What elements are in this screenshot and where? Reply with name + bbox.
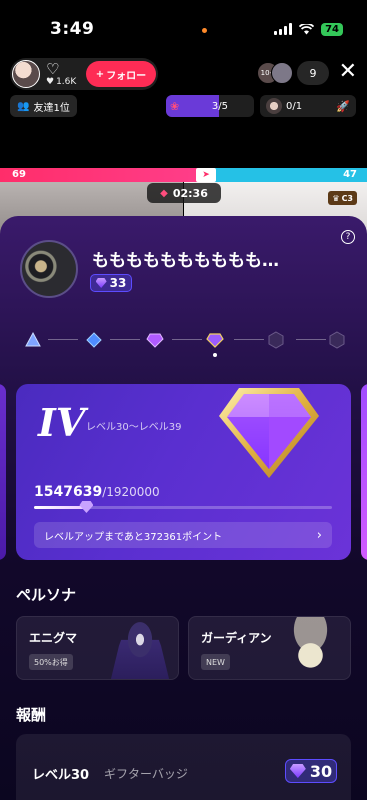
viewer-avatar[interactable]	[271, 62, 293, 84]
close-icon[interactable]: ✕	[339, 60, 357, 84]
current-tier-card[interactable]: IV レベル30〜レベル39 1547639/1920000 レベルアップまであ…	[16, 384, 351, 560]
crown-icon: ♛	[332, 193, 340, 203]
friends-rank-badge[interactable]: 👥 友達1位	[10, 95, 77, 117]
chevron-right-icon: ›	[316, 527, 322, 543]
small-heart-icon: ♥	[46, 76, 55, 87]
gift-goal-pill[interactable]: ❀ 3/5	[166, 95, 254, 117]
goal-progress-text: 3/5	[211, 100, 228, 112]
rank-tag: ♛ C3	[328, 191, 357, 205]
tier-progress-row	[24, 329, 348, 359]
progress-gem-marker	[79, 501, 94, 513]
tier-level-range: レベル30〜レベル39	[86, 422, 182, 433]
persona-section-title: ペルソナ	[16, 586, 77, 604]
tier-1-icon[interactable]	[24, 331, 42, 349]
persona-name: ガーディアン	[201, 631, 272, 645]
viewer-count[interactable]: 9	[297, 61, 329, 85]
battle-score-bar: 69 47 ➤	[0, 168, 367, 182]
current-points: 1547639	[34, 484, 103, 500]
tier-5-locked-icon[interactable]	[267, 331, 285, 349]
battle-timer: ◆ 02:36	[147, 183, 221, 203]
people-icon: 👥	[17, 100, 30, 112]
persona-tag: NEW	[201, 654, 230, 670]
signal-icon	[274, 23, 293, 35]
gifter-badge: 30	[285, 759, 337, 783]
help-icon[interactable]: ?	[341, 230, 355, 244]
next-tier-card[interactable]	[361, 384, 367, 560]
points-progress-fill	[34, 506, 87, 509]
wifi-icon	[299, 23, 315, 34]
secondary-goal-pill[interactable]: 0/1 🚀	[260, 95, 356, 117]
plus-icon: +	[95, 68, 105, 80]
previous-tier-card[interactable]	[0, 384, 6, 560]
level-up-info-bar[interactable]: レベルアップまであと372361ポイント ›	[34, 522, 332, 548]
battle-divider-icon: ➤	[196, 168, 216, 182]
tier-2-icon[interactable]	[85, 331, 103, 349]
tier-4-icon[interactable]	[206, 331, 224, 349]
guardian-deer-image	[272, 617, 342, 679]
rose-icon: ❀	[170, 99, 180, 113]
user-avatar	[20, 240, 78, 298]
likes-count: ♥ 1.6K	[46, 76, 77, 87]
left-score: 69	[0, 168, 205, 182]
tier-3-icon[interactable]	[146, 331, 164, 349]
goal2-progress-text: 0/1	[286, 100, 303, 112]
goal-avatar	[266, 98, 282, 114]
persona-card-guardian[interactable]: ガーディアン NEW	[188, 616, 351, 680]
follow-button[interactable]: + フォロー	[86, 61, 156, 87]
points-progress-track	[34, 501, 332, 513]
tier-numeral: IV	[38, 400, 86, 445]
level-up-text: レベルアップまであと372361ポイント	[44, 531, 223, 543]
host-pill[interactable]: ♡ ♥ 1.6K + フォロー	[10, 58, 158, 90]
persona-name: エニグマ	[29, 631, 78, 645]
reward-level: レベル30	[32, 768, 90, 783]
current-tier-indicator	[213, 353, 217, 357]
battery-indicator: 74	[321, 22, 343, 36]
status-icons: 74	[274, 22, 343, 36]
viewer-avatars[interactable]: 10+ 9	[257, 61, 329, 85]
persona-tag: 50%お得	[29, 654, 73, 670]
reward-item[interactable]: レベル30 ギフターバッジ 30	[16, 734, 351, 800]
heart-icon: ♡	[46, 59, 60, 78]
gem-icon	[289, 764, 306, 778]
user-name: もももももももももも…	[92, 251, 279, 271]
gem-icon	[95, 278, 107, 288]
status-bar: 3:49 74	[0, 0, 367, 58]
level-badge: 33	[90, 274, 132, 292]
rewards-section-title: 報酬	[16, 706, 47, 724]
points-progress-text: 1547639/1920000	[34, 484, 160, 500]
host-avatar[interactable]	[12, 60, 40, 88]
points-total: /1920000	[102, 485, 160, 499]
persona-card-enigma[interactable]: エニグマ 50%お得	[16, 616, 179, 680]
status-time: 3:49	[50, 19, 95, 39]
battle-icon: ◆	[160, 187, 168, 199]
gifter-level-sheet: ? もももももももももも… 33 IV レベル30〜レベル39 1547639/…	[0, 216, 367, 800]
right-score: 47	[205, 168, 367, 182]
reward-name: ギフターバッジ	[104, 767, 188, 781]
tier-6-locked-icon[interactable]	[328, 331, 346, 349]
enigma-figure-image	[110, 621, 170, 679]
tier-gem-icon	[219, 388, 319, 478]
rocket-icon: 🚀	[336, 99, 350, 113]
recording-dot	[202, 28, 207, 33]
